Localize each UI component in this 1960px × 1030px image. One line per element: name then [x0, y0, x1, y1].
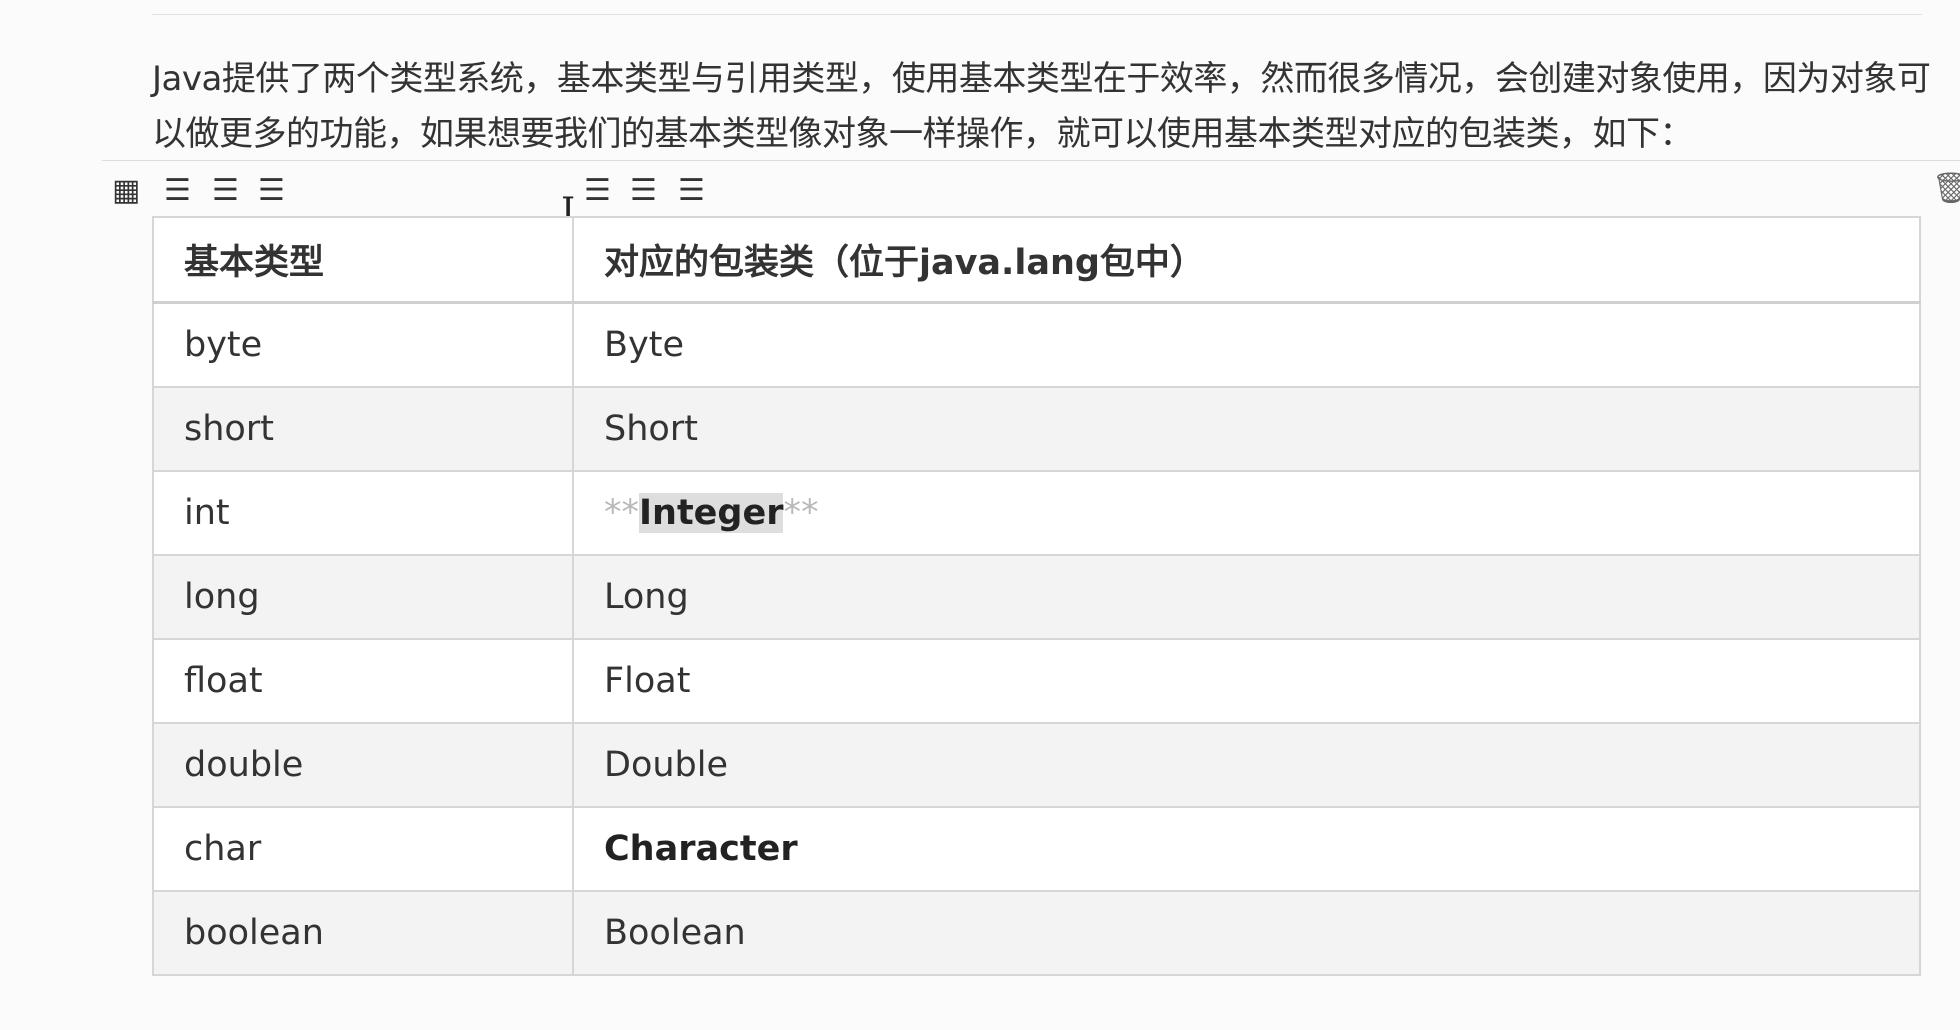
- grid-icon[interactable]: ▦: [112, 176, 140, 206]
- divider: [152, 14, 1922, 15]
- bold-text: Character: [604, 829, 798, 869]
- markdown-bold-mark: **: [783, 493, 819, 533]
- intro-paragraph[interactable]: Java提供了两个类型系统，基本类型与引用类型，使用基本类型在于效率，然而很多情…: [152, 52, 1932, 162]
- align-right-icon[interactable]: ☰: [258, 176, 285, 206]
- table-cell[interactable]: long: [152, 554, 574, 640]
- highlighted-text: Integer: [639, 493, 784, 533]
- align-left-icon[interactable]: ☰: [164, 176, 191, 206]
- table-cell[interactable]: int: [152, 470, 574, 556]
- editor-divider: [102, 160, 1960, 161]
- table-row: byte Byte: [152, 301, 1921, 388]
- table-header-cell[interactable]: 对应的包装类（位于java.lang包中）: [572, 216, 1921, 304]
- table-cell[interactable]: Byte: [572, 301, 1921, 388]
- markdown-bold-mark: **: [604, 493, 639, 533]
- table-row: boolean Boolean: [152, 890, 1921, 976]
- wrapper-class-table: 基本类型 对应的包装类（位于java.lang包中） byte Byte sho…: [152, 216, 1921, 976]
- table-cell[interactable]: char: [152, 806, 574, 892]
- table-row: char Character: [152, 806, 1921, 892]
- table-cell[interactable]: Short: [572, 386, 1921, 472]
- table-cell[interactable]: Character: [572, 806, 1921, 892]
- table-cell[interactable]: Float: [572, 638, 1921, 724]
- align-left-icon[interactable]: ☰: [584, 176, 611, 206]
- table-cell[interactable]: byte: [152, 301, 574, 388]
- table-header-cell[interactable]: 基本类型: [152, 216, 574, 304]
- table-cell[interactable]: Long: [572, 554, 1921, 640]
- table-cell[interactable]: boolean: [152, 890, 574, 976]
- trash-icon[interactable]: 🗑: [1932, 174, 1960, 204]
- table-header-row: 基本类型 对应的包装类（位于java.lang包中）: [152, 216, 1921, 304]
- table-cell[interactable]: double: [152, 722, 574, 808]
- table-cell[interactable]: **Integer**: [572, 470, 1921, 556]
- align-right-icon[interactable]: ☰: [678, 176, 705, 206]
- table-row: float Float: [152, 638, 1921, 724]
- table-cell[interactable]: float: [152, 638, 574, 724]
- table-row: long Long: [152, 554, 1921, 640]
- table-row: double Double: [152, 722, 1921, 808]
- align-center-icon[interactable]: ☰: [212, 176, 239, 206]
- table-cell[interactable]: Double: [572, 722, 1921, 808]
- editor-page: Java提供了两个类型系统，基本类型与引用类型，使用基本类型在于效率，然而很多情…: [0, 0, 1960, 1030]
- table-cell[interactable]: Boolean: [572, 890, 1921, 976]
- table-row: int **Integer**: [152, 470, 1921, 556]
- align-center-icon[interactable]: ☰: [630, 176, 657, 206]
- table-cell[interactable]: short: [152, 386, 574, 472]
- table-row: short Short: [152, 386, 1921, 472]
